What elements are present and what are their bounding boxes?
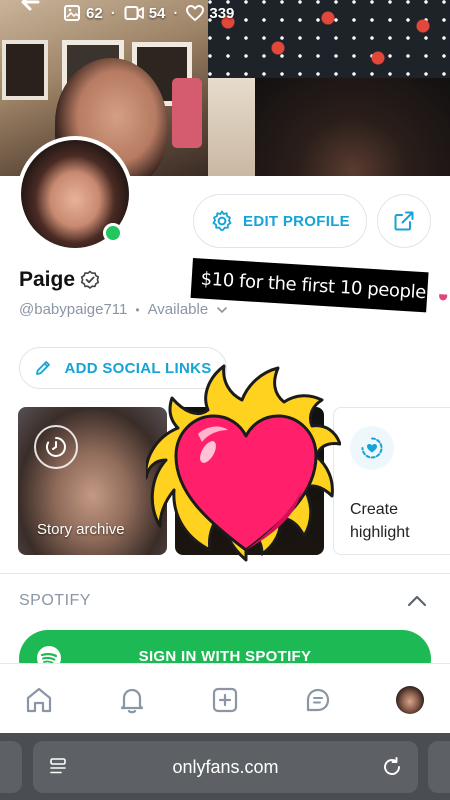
share-profile-button[interactable]: [377, 194, 431, 248]
photos-stat[interactable]: 62: [63, 4, 103, 22]
profile-stats: 62 · 54 · 339: [63, 4, 234, 22]
heart-icon: [186, 5, 205, 22]
plus-square-icon: [212, 687, 238, 713]
nav-profile[interactable]: [394, 684, 426, 716]
bottom-navigation: [0, 663, 450, 733]
next-tab[interactable]: [428, 741, 450, 793]
home-icon: [26, 687, 52, 713]
online-status-indicator: [103, 223, 123, 243]
browser-address-bar: onlyfans.com: [0, 733, 450, 800]
handle-row: @babypaige711 • Available: [19, 301, 228, 318]
edit-profile-label: EDIT PROFILE: [243, 212, 350, 230]
profile-avatar: [396, 686, 424, 714]
create-highlight-tile[interactable]: Create highlight: [333, 407, 450, 555]
url-text: onlyfans.com: [172, 756, 279, 777]
url-field[interactable]: onlyfans.com: [33, 741, 418, 793]
nav-new-post[interactable]: [209, 684, 241, 716]
gear-icon: [212, 210, 232, 231]
likes-stat[interactable]: 339: [186, 4, 234, 22]
story-archive-label: Story archive: [37, 521, 125, 538]
profile-name-row: Paige: [19, 268, 100, 292]
nav-home[interactable]: [23, 684, 55, 716]
profile-handle: @babypaige711: [19, 301, 128, 318]
section-divider: [0, 573, 450, 574]
promo-text: $10 for the first 10 people: [200, 268, 427, 303]
verified-badge-icon: [80, 270, 100, 289]
previous-tab[interactable]: [0, 741, 22, 793]
story-archive-tile[interactable]: Story archive: [18, 407, 167, 555]
profile-name: Paige: [19, 268, 76, 291]
message-icon: [306, 688, 330, 712]
add-highlight-icon: [361, 437, 383, 459]
profile-page: 62 · 54 · 339 EDIT PROFILE Paige @babypa…: [0, 0, 450, 800]
chevron-down-icon[interactable]: [216, 305, 228, 315]
reload-icon[interactable]: [381, 756, 403, 778]
chevron-up-icon[interactable]: [406, 592, 428, 610]
likes-count: 339: [209, 4, 235, 22]
more-vertical-icon[interactable]: [420, 0, 432, 16]
videos-stat[interactable]: 54: [124, 4, 166, 22]
photos-count: 62: [86, 4, 103, 22]
pencil-icon: [36, 361, 51, 375]
tongue-emoji-icon: [431, 281, 433, 304]
nav-messages[interactable]: [302, 684, 334, 716]
flaming-heart-sticker: [146, 364, 341, 562]
nav-notifications[interactable]: [116, 684, 148, 716]
edit-profile-button[interactable]: EDIT PROFILE: [193, 194, 367, 248]
bell-icon: [120, 688, 144, 714]
availability-status[interactable]: Available: [148, 301, 209, 318]
image-icon: [64, 5, 80, 21]
spotify-section-title: SPOTIFY: [19, 592, 91, 609]
videos-count: 54: [148, 4, 166, 22]
page-menu-icon[interactable]: [49, 757, 69, 777]
create-highlight-label: Create highlight: [350, 501, 410, 541]
share-icon: [394, 211, 414, 231]
video-icon: [124, 6, 144, 20]
arrow-left-icon[interactable]: [18, 0, 44, 16]
clock-icon: [46, 437, 66, 457]
